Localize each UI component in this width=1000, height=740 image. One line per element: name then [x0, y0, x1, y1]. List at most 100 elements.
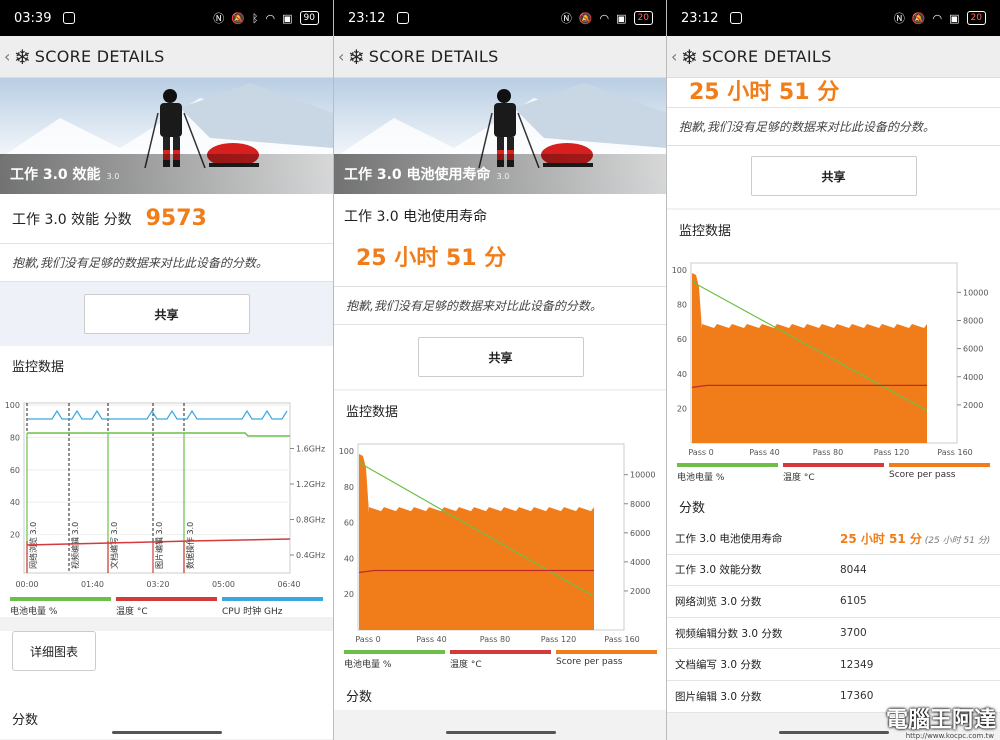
score-table-row: 文档编写 3.0 分数 12349 — [667, 649, 1000, 681]
legend-swatch — [450, 650, 551, 654]
score-value: 8044 — [840, 563, 867, 576]
segment-label: 数据操作 3.0 — [185, 522, 195, 569]
score-value: 6105 — [840, 595, 867, 608]
segment-label: 图片编辑 3.0 — [154, 522, 164, 569]
wifi-icon: ◠ — [265, 11, 276, 25]
y2-tick-label: 0.4GHz — [296, 551, 325, 560]
score-name: 工作 3.0 电池使用寿命 — [675, 532, 783, 545]
y-tick-label: 20 — [677, 404, 687, 413]
y-tick-label: 100 — [5, 401, 20, 410]
y-tick-label: 20 — [10, 531, 20, 540]
notice-text: 抱歉,我们没有足够的数据来对比此设备的分数。 — [0, 244, 333, 282]
score-name: 工作 3.0 效能分数 — [675, 564, 762, 577]
legend-item: Score per pass — [889, 463, 990, 483]
status-time: 23:12 — [348, 10, 386, 26]
snowflake-logo-icon: ❄ — [14, 44, 31, 69]
x-tick-label: Pass 120 — [874, 448, 910, 457]
page-title: SCORE DETAILS — [368, 47, 499, 66]
x-tick-label: Pass 160 — [937, 448, 973, 457]
legend-label: 电池电量 % — [10, 607, 58, 617]
app-bar: ‹ ❄ SCORE DETAILS — [0, 36, 333, 78]
back-icon[interactable]: ‹ — [4, 47, 14, 66]
nfc-icon: Ⓝ — [560, 12, 572, 25]
snowflake-logo-icon: ❄ — [348, 44, 365, 69]
scores-title: 分数 — [667, 483, 1000, 523]
watermark-url: http://www.kocpc.com.tw — [905, 732, 994, 740]
score-block: 25 小时 51 分 — [667, 78, 1000, 108]
legend-swatch — [677, 463, 778, 467]
legend-item: 温度 °C — [450, 650, 551, 670]
hero-banner: 工作 3.0 效能 3.0 — [0, 78, 333, 194]
sim-off-icon: ▣ — [282, 11, 293, 25]
y-tick-label: 100 — [339, 447, 354, 456]
y-tick-label: 40 — [10, 498, 20, 507]
legend-swatch — [889, 463, 990, 467]
home-indicator[interactable] — [778, 731, 889, 734]
x-tick-label: Pass 0 — [355, 635, 380, 644]
detail-chart-button[interactable]: 详细图表 — [12, 631, 96, 671]
share-button[interactable]: 共享 — [83, 294, 250, 334]
score-row: 工作 3.0 效能 分数 9573 — [0, 194, 333, 244]
share-button[interactable]: 共享 — [417, 337, 584, 377]
y2-tick-label: 6000 — [963, 345, 983, 354]
home-indicator[interactable] — [445, 731, 556, 734]
battery-icon: 20 — [633, 11, 653, 25]
monitor-chart: 20 40 60 80 100 0.4GHz 0.8GHz 1.2GHz 1.6GHz 00:00… — [0, 385, 333, 597]
share-button[interactable]: 共享 — [750, 156, 917, 196]
y-tick-label: 80 — [677, 301, 687, 310]
legend-swatch — [10, 597, 111, 601]
y-tick-label: 60 — [344, 519, 354, 528]
x-tick-label: Pass 120 — [541, 635, 577, 644]
score-table-row: 工作 3.0 电池使用寿命 25 小时 51 分 (25 小时 51 分) — [667, 523, 1000, 555]
legend-swatch — [556, 650, 657, 654]
page-title: SCORE DETAILS — [34, 47, 165, 66]
monitor-title: 监控数据 — [334, 391, 667, 430]
screen-battery-life: 23:12 Ⓝ 🔕 ◠ ▣ 20 ‹ ❄ SCORE DETAILS 工作 3.0 电池… — [334, 0, 667, 740]
x-tick-label: 01:40 — [81, 580, 104, 589]
legend-item: 温度 °C — [116, 597, 217, 617]
score-table-row: 工作 3.0 效能分数 8044 — [667, 555, 1000, 587]
score-name: 图片编辑 3.0 分数 — [675, 690, 762, 703]
back-icon[interactable]: ‹ — [338, 47, 348, 66]
scores-table: 工作 3.0 电池使用寿命 25 小时 51 分 (25 小时 51 分) 工作 3… — [667, 523, 1000, 713]
bluetooth-icon: ᛒ — [251, 11, 259, 25]
home-indicator[interactable] — [111, 731, 222, 734]
wifi-icon: ◠ — [932, 11, 943, 25]
score-block: 工作 3.0 电池使用寿命 25 小时 51 分 — [334, 194, 667, 287]
y-tick-label: 80 — [10, 433, 20, 442]
legend-item: 电池电量 % — [344, 650, 445, 670]
mute-icon: 🔕 — [231, 11, 245, 25]
page-title: SCORE DETAILS — [701, 47, 832, 66]
score-value: 25 小时 51 分 (25 小时 51 分) — [840, 531, 991, 546]
y2-tick-label: 6000 — [630, 529, 650, 538]
y2-tick-label: 2000 — [963, 401, 983, 410]
y2-tick-label: 10000 — [963, 288, 988, 297]
y-tick-label: 100 — [672, 266, 687, 275]
y-tick-label: 60 — [10, 466, 20, 475]
nfc-icon: Ⓝ — [893, 12, 905, 25]
x-tick-label: Pass 160 — [604, 635, 640, 644]
hero-banner: 工作 3.0 电池使用寿命 3.0 — [334, 78, 667, 194]
legend-label: 温度 °C — [450, 660, 482, 670]
chart-legend: 电池电量 % 温度 °C Score per pass — [334, 650, 667, 670]
y2-tick-label: 8000 — [963, 317, 983, 326]
y2-tick-label: 8000 — [630, 500, 650, 509]
legend-swatch — [222, 597, 323, 601]
hero-caption: 工作 3.0 效能 3.0 — [0, 154, 333, 194]
battery-icon: 90 — [299, 11, 319, 25]
score-name: 视频编辑分数 3.0 分数 — [675, 627, 783, 640]
legend-item: CPU 时钟 GHz — [222, 597, 323, 617]
chart-legend: 电池电量 % 温度 °C Score per pass — [667, 463, 1000, 483]
legend-label: 电池电量 % — [344, 660, 392, 670]
back-icon[interactable]: ‹ — [671, 47, 681, 66]
mute-icon: 🔕 — [578, 11, 593, 25]
hero-version: 3.0 — [496, 172, 510, 181]
score-label: 工作 3.0 效能 分数 — [12, 211, 132, 228]
detail-area: 详细图表 — [0, 631, 333, 699]
status-bar: 03:39 Ⓝ 🔕 ᛒ ◠ ▣ 90 — [0, 0, 333, 36]
y2-tick-label: 4000 — [630, 558, 650, 567]
share-area: 共享 — [667, 146, 1000, 208]
x-tick-label: Pass 0 — [688, 448, 713, 457]
segment-label: 文档编写 3.0 — [109, 522, 119, 569]
x-tick-label: Pass 80 — [813, 448, 843, 457]
